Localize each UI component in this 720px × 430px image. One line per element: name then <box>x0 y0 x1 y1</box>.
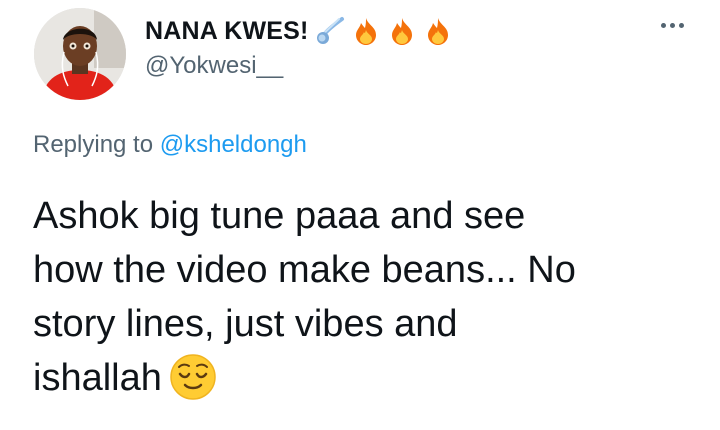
more-dot <box>678 22 684 28</box>
relieved-face-icon <box>168 352 218 402</box>
replying-to-label: Replying to <box>33 131 154 158</box>
tweet-text-last-line: ishallah <box>33 351 693 405</box>
reply-mention-link[interactable]: @ksheldongh <box>160 131 307 158</box>
more-dot <box>669 22 675 28</box>
comet-icon <box>315 16 345 46</box>
name-row: NANA KWES! <box>145 14 453 48</box>
user-handle[interactable]: @Yokwesi__ <box>145 52 283 80</box>
tweet-text-line: story lines, just vibes and <box>33 303 458 345</box>
display-name[interactable]: NANA KWES! <box>145 17 309 46</box>
replying-to: Replying to @ksheldongh <box>33 131 307 159</box>
more-options-icon[interactable] <box>650 10 694 40</box>
fire-icon <box>351 16 381 46</box>
tweet-text-line: how the video make beans... No <box>33 249 576 291</box>
fire-icon <box>423 16 453 46</box>
avatar[interactable] <box>34 8 126 100</box>
more-dot <box>660 22 666 28</box>
tweet-text-line: Ashok big tune paaa and see <box>33 195 526 237</box>
tweet-text: Ashok big tune paaa and see how the vide… <box>33 189 693 405</box>
tweet-card: NANA KWES! @Yokwesi__ Replying to @kshel… <box>0 0 720 430</box>
tweet-text-line: ishallah <box>33 357 162 399</box>
fire-icon <box>387 16 417 46</box>
